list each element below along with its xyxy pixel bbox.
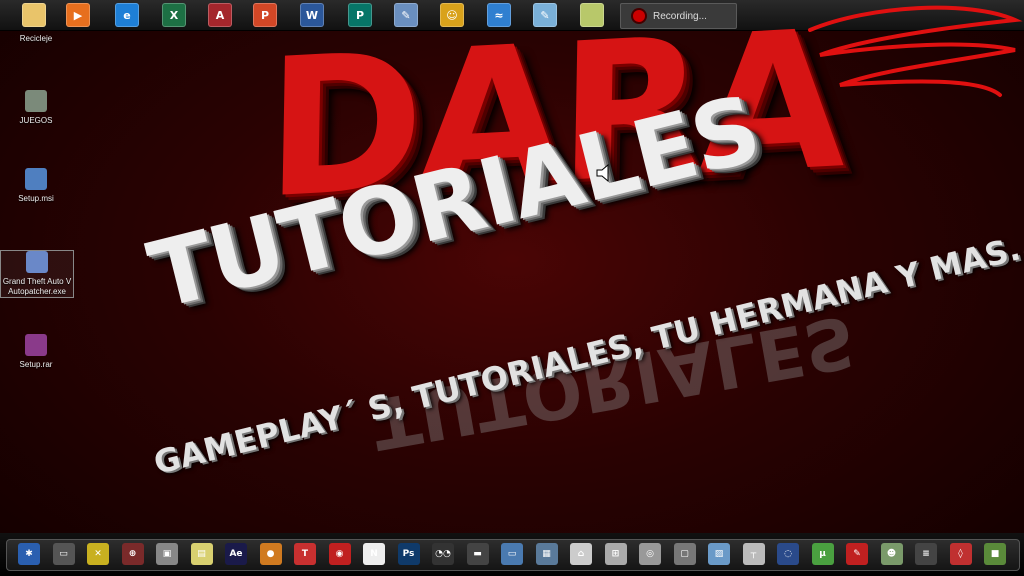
wifi-icon[interactable]: ≈ (487, 3, 511, 27)
photoshop-icon[interactable]: Ps (397, 543, 420, 565)
camera-icon[interactable]: ◎ (639, 543, 661, 565)
utorrent-icon[interactable]: µ (811, 543, 834, 565)
picture-icon[interactable]: ▨ (708, 543, 730, 565)
desktop-icon[interactable]: Setup.rar (0, 334, 72, 370)
stripes-icon[interactable]: ≡ (915, 543, 937, 565)
bar-icon[interactable]: ▬ (466, 543, 489, 565)
burger-icon[interactable]: ● (259, 543, 282, 565)
file-icon[interactable]: ▢ (673, 543, 696, 565)
after-effects-icon[interactable]: Ae (225, 543, 247, 565)
image-icon[interactable]: ▦ (535, 543, 558, 565)
netflix-icon[interactable]: N (363, 543, 385, 565)
tag-icon[interactable]: T (294, 543, 316, 565)
desktop-icon-label: Grand Theft Auto V Autopatcher.exe (2, 277, 72, 296)
desktop-icon[interactable]: JUEGOS (0, 90, 72, 126)
pin-icon[interactable]: ✎ (846, 543, 868, 565)
powerpoint-icon[interactable]: P (253, 3, 277, 27)
sign-icon[interactable]: ┬ (742, 543, 765, 565)
home-icon[interactable]: ⌂ (570, 543, 592, 565)
network-icon[interactable]: ⊞ (604, 543, 627, 565)
game-icon[interactable]: ☺ (440, 3, 464, 27)
bottom-dock: ✱ ▭ ✕ ⊕ ▣ ▤ Ae ● T ◉ N Ps ◔◔ ▬ ▭ ▦ ⌂ ⊞ ◎ ▢ ▨ ┬ ◌ µ ✎ ☻ ≡ ◊ ■ (0, 533, 1024, 576)
eyes-icon[interactable]: ◔◔ (432, 543, 454, 565)
file-icon (25, 334, 47, 356)
file-icon (25, 168, 47, 190)
computer-icon[interactable]: ▭ (52, 543, 75, 565)
desktop-icon-label: JUEGOS (19, 116, 53, 125)
paint-icon[interactable]: ✎ (394, 3, 418, 27)
desktop-icon-label: Recicleje (19, 34, 53, 43)
dock-shelf: ✱ ▭ ✕ ⊕ ▣ ▤ Ae ● T ◉ N Ps ◔◔ ▬ ▭ ▦ ⌂ ⊞ ◎ ▢ ▨ ┬ ◌ µ ✎ ☻ ≡ ◊ ■ (6, 539, 1020, 571)
excel-icon[interactable]: X (162, 3, 186, 27)
capture-icon[interactable]: ◉ (328, 543, 351, 565)
desktop-icon[interactable]: Setup.msi (0, 168, 72, 204)
desktop-icon[interactable]: Recicleje (0, 4, 72, 44)
red-scribble-mark (808, 5, 1023, 97)
zombie-icon[interactable]: ☻ (880, 543, 903, 565)
game-pad-icon[interactable]: ⊕ (121, 543, 144, 565)
desktop-icon-label: Setup.msi (18, 194, 54, 203)
access-icon[interactable]: A (208, 3, 232, 27)
tools-icon[interactable]: ✕ (87, 543, 109, 565)
notepad-icon[interactable]: ✎ (533, 3, 557, 27)
monitor-icon[interactable]: ▭ (501, 543, 523, 565)
speaker-icon (596, 163, 609, 183)
notes-icon[interactable]: ▤ (190, 543, 213, 565)
desktop-icon[interactable]: Grand Theft Auto V Autopatcher.exe (0, 250, 74, 298)
publisher-icon[interactable]: P (348, 3, 372, 27)
file-icon (26, 251, 48, 273)
desktop-icon-label: Setup.rar (19, 360, 53, 369)
cinema4d-icon[interactable]: ◌ (777, 543, 799, 565)
file-icon (25, 90, 47, 112)
word-icon[interactable]: W (300, 3, 324, 27)
wire-icon[interactable]: ◊ (949, 543, 972, 565)
minecraft-icon[interactable]: ■ (984, 543, 1006, 565)
bluetooth-icon[interactable]: ✱ (18, 543, 40, 565)
folder-green-icon[interactable] (580, 3, 604, 27)
image-viewer-icon[interactable]: ▣ (156, 543, 178, 565)
internet-explorer-icon[interactable]: e (115, 3, 139, 27)
